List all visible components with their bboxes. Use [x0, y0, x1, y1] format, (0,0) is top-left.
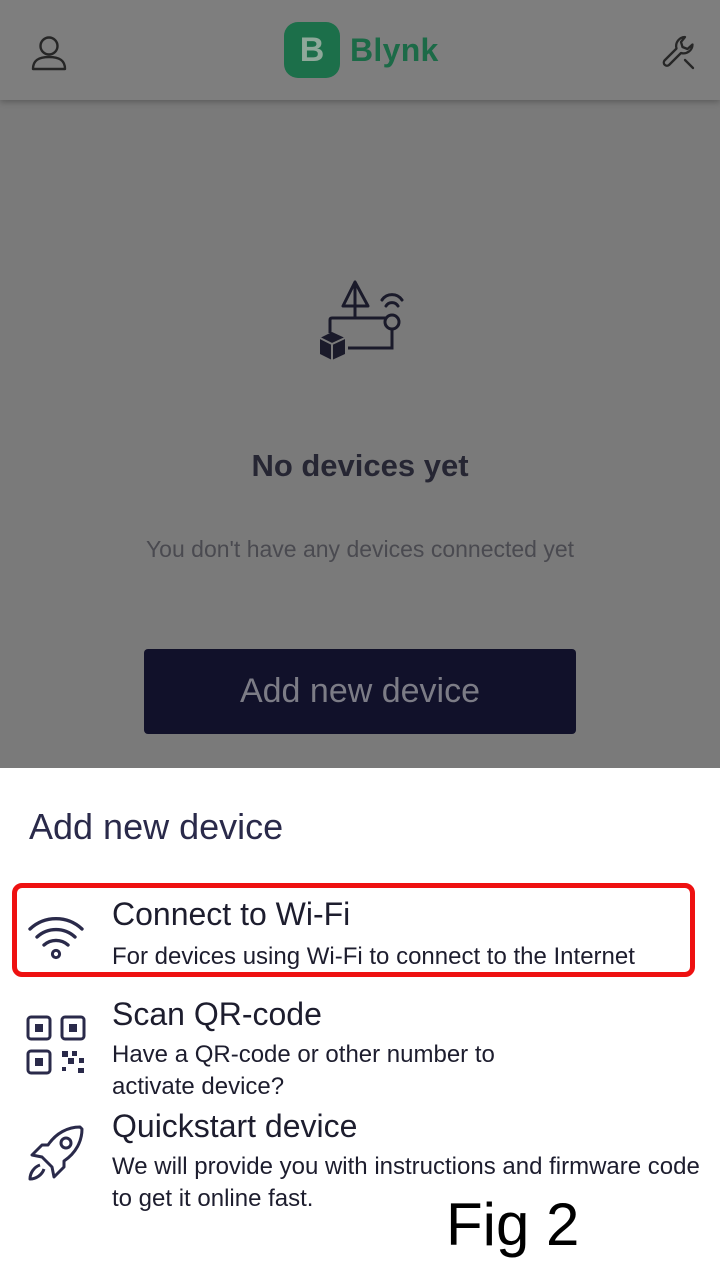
rocket-icon	[28, 1125, 84, 1181]
dimmed-background-overlay[interactable]: B Blynk No devices yet You don't have an…	[0, 0, 720, 768]
qr-code-icon	[26, 1015, 86, 1075]
user-icon	[31, 36, 67, 71]
empty-state-subtitle: You don't have any devices connected yet	[145, 536, 575, 562]
blynk-logo: B Blynk	[284, 22, 439, 78]
top-app-bar: B Blynk	[0, 0, 720, 100]
settings-button[interactable]	[652, 26, 708, 80]
option-title: Quickstart device	[112, 1108, 358, 1144]
devices-illustration-icon	[319, 280, 404, 360]
option-description: Have a QR-code or other number to activa…	[112, 1041, 495, 1100]
figure-label: Fig 2	[446, 1191, 580, 1258]
wrench-icon	[662, 35, 695, 70]
sheet-title: Add new device	[29, 806, 284, 847]
option-description: We will provide you with instructions an…	[112, 1153, 700, 1212]
option-title: Scan QR-code	[112, 996, 322, 1032]
add-new-device-button[interactable]: Add new device	[144, 649, 576, 734]
empty-state-title: No devices yet	[251, 448, 469, 483]
logo-mark: B	[284, 22, 340, 78]
profile-button[interactable]	[22, 26, 76, 80]
highlight-annotation-box	[12, 883, 695, 977]
option-quickstart-device[interactable]: Quickstart device We will provide you wi…	[0, 1107, 720, 1217]
option-scan-qr-code[interactable]: Scan QR-code Have a QR-code or other num…	[0, 995, 720, 1105]
screen: B Blynk No devices yet You don't have an…	[0, 0, 720, 1270]
logo-text: Blynk	[350, 31, 439, 68]
